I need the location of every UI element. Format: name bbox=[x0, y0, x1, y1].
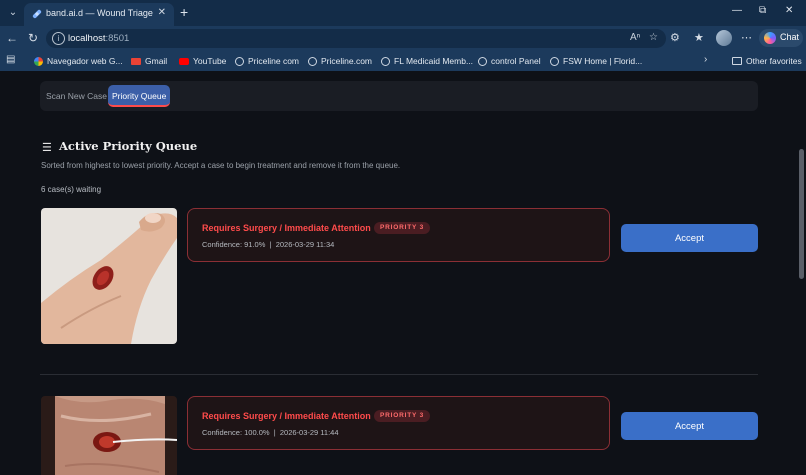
bookmark-priceline-com[interactable]: Priceline com bbox=[235, 54, 299, 68]
read-aloud-icon[interactable]: Aⁿ bbox=[630, 32, 640, 43]
other-favorites-label: Other favorites bbox=[746, 56, 802, 66]
google-icon bbox=[34, 56, 43, 66]
app-tabs: Scan New Case Priority Queue bbox=[40, 81, 758, 111]
case-classification: Requires Surgery / Immediate Attention bbox=[202, 223, 371, 233]
refresh-icon[interactable]: ↻ bbox=[28, 31, 38, 45]
bookmark-google[interactable]: Navegador web G... bbox=[34, 54, 123, 68]
priority-badge: PRIORITY 3 bbox=[374, 222, 431, 234]
browser-tab-title: band.ai.d — Wound Triage bbox=[46, 8, 153, 18]
case-result-panel: Requires Surgery / Immediate Attention P… bbox=[187, 396, 610, 450]
tab-scan-new-case[interactable]: Scan New Case bbox=[42, 85, 111, 107]
browser-toolbar: ← ↻ i localhost:8501 Aⁿ ☆ ⚙ ★ ⋯ bbox=[0, 26, 806, 51]
bookmark-label: YouTube bbox=[193, 56, 227, 66]
section-caption: Sorted from highest to lowest priority. … bbox=[41, 161, 401, 170]
tab-priority-queue[interactable]: Priority Queue bbox=[108, 85, 171, 107]
url-text: localhost:8501 bbox=[68, 33, 130, 44]
case-result-panel: Requires Surgery / Immediate Attention P… bbox=[187, 208, 610, 262]
extensions-icon[interactable]: ⚙ bbox=[670, 31, 680, 44]
more-menu-icon[interactable]: ⋯ bbox=[741, 31, 752, 44]
minimize-icon[interactable]: — bbox=[732, 5, 742, 16]
bookmark-label: control Panel bbox=[491, 56, 541, 66]
scrollbar-thumb[interactable] bbox=[799, 149, 804, 279]
confidence-text: Confidence: 91.0% bbox=[202, 240, 266, 249]
bookmark-label: Navegador web G... bbox=[47, 56, 123, 66]
bookmark-label: Priceline com bbox=[248, 56, 300, 66]
profile-avatar[interactable] bbox=[716, 30, 732, 46]
favorites-icon[interactable]: ★ bbox=[694, 31, 704, 44]
wound-photo bbox=[41, 208, 177, 344]
bookmark-label: FSW Home | Florid... bbox=[563, 56, 643, 66]
app-content: Scan New Case Priority Queue ☰ Active Pr… bbox=[0, 71, 798, 475]
gmail-icon bbox=[131, 57, 141, 65]
bookmark-control-panel[interactable]: control Panel bbox=[478, 54, 541, 68]
timestamp-text: 2026-03-29 11:44 bbox=[279, 428, 339, 437]
list-icon: ☰ bbox=[42, 142, 52, 154]
wound-photo bbox=[41, 396, 177, 475]
close-window-icon[interactable]: ✕ bbox=[785, 5, 793, 16]
globe-icon bbox=[235, 56, 244, 66]
globe-icon bbox=[381, 56, 390, 66]
foot-wound-image bbox=[41, 208, 177, 344]
close-tab-icon[interactable]: ✕ bbox=[158, 7, 166, 18]
timestamp-text: 2026-03-29 11:34 bbox=[275, 240, 335, 249]
page-scrollbar[interactable] bbox=[798, 71, 806, 475]
favorite-star-icon[interactable]: ☆ bbox=[649, 32, 658, 43]
case-classification: Requires Surgery / Immediate Attention bbox=[202, 411, 371, 421]
back-icon[interactable]: ← bbox=[6, 31, 18, 45]
queue-count: 6 case(s) waiting bbox=[41, 185, 102, 194]
bookmark-label: Priceline.com bbox=[321, 56, 373, 66]
browser-tab-strip: ⌄ band.ai.d — Wound Triage ✕ + — ⧉ ✕ bbox=[0, 0, 806, 26]
address-bar[interactable]: i localhost:8501 Aⁿ ☆ bbox=[46, 29, 666, 48]
accept-button[interactable]: Accept bbox=[621, 412, 758, 440]
bookmark-gmail[interactable]: Gmail bbox=[131, 54, 167, 68]
globe-icon bbox=[308, 56, 317, 66]
globe-icon bbox=[478, 56, 487, 66]
other-favorites[interactable]: Other favorites bbox=[732, 54, 802, 68]
section-title: Active Priority Queue bbox=[59, 139, 198, 153]
folder-icon bbox=[732, 57, 742, 65]
bandage-favicon-icon bbox=[32, 9, 42, 19]
copilot-icon bbox=[764, 32, 776, 44]
browser-tab[interactable]: band.ai.d — Wound Triage ✕ bbox=[24, 3, 174, 26]
bookmark-label: FL Medicaid Memb... bbox=[394, 56, 474, 66]
globe-icon bbox=[550, 56, 559, 66]
leg-wound-image bbox=[41, 396, 177, 475]
tab-search-icon[interactable]: ▤ bbox=[6, 54, 15, 65]
priority-badge: PRIORITY 3 bbox=[374, 410, 431, 422]
bookmark-youtube[interactable]: YouTube bbox=[179, 54, 226, 68]
case-meta: Confidence: 91.0% | 2026-03-29 11:34 bbox=[202, 240, 335, 249]
site-info-icon[interactable]: i bbox=[52, 32, 65, 45]
accept-button[interactable]: Accept bbox=[621, 224, 758, 252]
bookmark-label: Gmail bbox=[145, 56, 168, 66]
bookmark-fl-medicaid[interactable]: FL Medicaid Memb... bbox=[381, 54, 473, 68]
bookmark-fsw-home[interactable]: FSW Home | Florid... bbox=[550, 54, 642, 68]
restore-icon[interactable]: ⧉ bbox=[759, 5, 766, 16]
bookmarks-bar: ▤ Navegador web G... Gmail YouTube Price… bbox=[0, 51, 806, 71]
copilot-chat-button[interactable]: Chat bbox=[759, 29, 803, 47]
bookmark-priceline[interactable]: Priceline.com bbox=[308, 54, 372, 68]
bookmarks-overflow-chevron-icon[interactable]: › bbox=[704, 54, 707, 65]
case-divider bbox=[40, 374, 758, 375]
new-tab-icon[interactable]: + bbox=[180, 4, 188, 20]
case-meta: Confidence: 100.0% | 2026-03-29 11:44 bbox=[202, 428, 339, 437]
confidence-text: Confidence: 100.0% bbox=[202, 428, 270, 437]
chat-label: Chat bbox=[780, 32, 800, 42]
tab-actions-chevron-icon[interactable]: ⌄ bbox=[4, 4, 22, 22]
youtube-icon bbox=[179, 57, 189, 65]
